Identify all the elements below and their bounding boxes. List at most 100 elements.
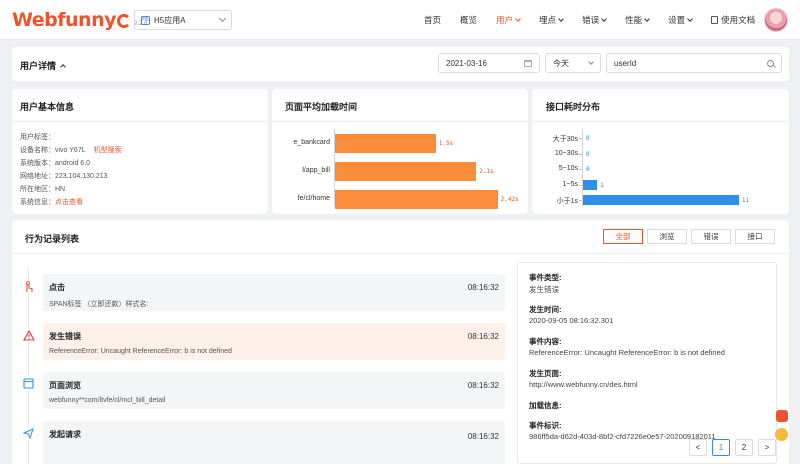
nav-label: 设置 (668, 15, 686, 25)
h5-icon: H5 (141, 15, 150, 25)
avatar[interactable] (764, 8, 788, 32)
pagination-prev-button[interactable]: < (689, 439, 707, 456)
bar-value-label: 2.1s (479, 168, 494, 175)
nav-item-performance[interactable]: 性能 (625, 0, 650, 40)
app-selector-value: H5应用A (154, 15, 186, 25)
nav-label: 用户 (496, 15, 514, 25)
bar (335, 190, 498, 209)
nav-item-settings[interactable]: 设置 (668, 0, 693, 40)
view-system-info-link[interactable]: 点击查看 (55, 199, 83, 206)
bar-category-label: 小于1s (556, 198, 578, 205)
nav-item-docs[interactable]: 使用文档 (711, 0, 755, 40)
brand-logo[interactable]: Webfunny 2.2.8 (12, 8, 147, 30)
filter-all-button[interactable]: 全部 (603, 229, 643, 244)
bar-value-label: 1.5s (438, 140, 454, 147)
robot-icon[interactable] (776, 410, 788, 422)
event-time: 08:16:32 (467, 332, 499, 341)
chevron-down-icon (644, 16, 650, 22)
document-icon (711, 16, 719, 24)
filter-browse-button[interactable]: 浏览 (647, 229, 687, 244)
event-title: 页面浏览 (49, 381, 81, 390)
detail-label: 加载信息: (529, 401, 562, 410)
user-search-input[interactable]: userId (606, 53, 782, 73)
info-row-system: 系统信息：点击查看 (20, 197, 83, 207)
divider (12, 253, 789, 254)
event-title: 发生错误 (49, 332, 81, 341)
info-label: 用户标签： (20, 134, 55, 141)
event-detail-pane: 事件类型: 发生错误 发生时间: 2020-09-05 08:16:32.301… (517, 262, 777, 464)
divider (272, 121, 528, 122)
info-label: 网络地址： (20, 173, 55, 180)
divider (532, 121, 789, 122)
calendar-icon (524, 59, 532, 67)
send-request-icon (22, 427, 35, 440)
main-menu: 首页 概览 用户 埋点 错误 性能 设置 使用文档 (424, 0, 774, 40)
chevron-down-icon (218, 14, 227, 23)
app-selector[interactable]: H5 H5应用A (134, 10, 232, 30)
detail-label: 发生页面: (529, 369, 562, 378)
pagination-next-button[interactable]: > (758, 439, 776, 456)
nav-label: 性能 (625, 15, 643, 25)
bar (583, 195, 739, 205)
detail-value: ReferenceError: Uncaught ReferenceError:… (529, 348, 725, 357)
brand-logo-icon (117, 14, 131, 28)
axis-tick (579, 153, 582, 155)
info-value: android 6.0 (55, 160, 91, 167)
detail-label: 事件内容: (529, 337, 562, 346)
bar (335, 162, 477, 181)
nav-label: 错误 (582, 15, 600, 25)
bar-category-label: 1~5s (562, 180, 578, 188)
api-chart-title: 接口耗时分布 (546, 102, 601, 112)
event-time: 08:16:32 (467, 283, 499, 292)
top-nav: Webfunny 2.2.8 H5 H5应用A 首页 概览 用户 埋点 错误 性… (0, 0, 800, 40)
nav-item-user[interactable]: 用户 (496, 0, 521, 40)
nav-item-overview[interactable]: 概览 (460, 0, 477, 40)
pagination-page-2[interactable]: 2 (735, 439, 753, 456)
page-title-text: 用户详情 (20, 61, 57, 71)
axis-tick (579, 138, 582, 139)
date-value: 2021-03-16 (446, 58, 487, 68)
divider (12, 121, 268, 122)
chevron-down-icon (588, 59, 594, 65)
detail-value: 2020-09-05 08:16:32.301 (529, 316, 614, 325)
api-duration-panel: 接口耗时分布 大于30s 0 10~30s 0 5~10s 0 1~5s 1 小于1s 11 (532, 89, 789, 214)
nav-item-home[interactable]: 首页 (424, 0, 441, 40)
load-chart-title: 页面平均加载时间 (285, 102, 358, 112)
axis-tick (579, 169, 582, 170)
detail-label: 事件标识: (529, 421, 562, 430)
page-load-chart-panel: 页面平均加载时间 e_bankcard 1.5s l/app_bill 2.1s fe/… (272, 89, 528, 214)
chevron-down-icon (515, 16, 521, 22)
period-select[interactable]: 今天 (545, 53, 601, 73)
info-label: 设备名称： (20, 147, 55, 154)
axis-tick (579, 184, 582, 186)
bar-value-label: 2.42s (500, 196, 519, 203)
bar-category-label: l/app_bill (302, 167, 330, 174)
chat-bubble-icon[interactable] (775, 428, 788, 441)
model-search-link[interactable]: 机型搜索 (94, 147, 122, 154)
page-title[interactable]: 用户详情 (20, 59, 66, 72)
info-label: 系统版本： (20, 160, 55, 167)
filter-api-button[interactable]: 接口 (735, 229, 775, 244)
event-card-pageview[interactable]: 页面浏览 08:16:32 webfunny**com/ltvfe/cl/mcl… (43, 372, 505, 409)
event-card-click[interactable]: 点击 08:16:32 SPAN标签 （立即还款）样式名: (43, 274, 505, 311)
info-row-os: 系统版本：android 6.0 (20, 158, 90, 168)
user-detail-header: 用户详情 2021-03-16 今天 userId (12, 47, 789, 81)
period-value: 今天 (553, 58, 569, 68)
filter-error-button[interactable]: 错误 (691, 229, 731, 244)
event-card-request[interactable]: 发起请求 08:16:32 (43, 421, 505, 464)
nav-item-tracking[interactable]: 埋点 (539, 0, 564, 40)
bar-category-label: 10~30s (554, 149, 578, 157)
bar-value-label: 0 (586, 150, 590, 158)
event-card-error[interactable]: 发生错误 08:16:32 ReferenceError: Uncaught R… (43, 323, 505, 360)
axis-tick (579, 200, 582, 201)
event-description: SPAN标签 （立即还款）样式名: (49, 301, 149, 308)
nav-item-errors[interactable]: 错误 (582, 0, 607, 40)
date-picker[interactable]: 2021-03-16 (438, 53, 540, 73)
detail-label: 发生时间: (529, 305, 562, 314)
user-info-title: 用户基本信息 (20, 102, 75, 112)
detail-value: 发生错误 (529, 285, 559, 294)
chevron-down-icon (558, 16, 564, 22)
search-icon[interactable] (767, 59, 774, 67)
bar-category-label: fe/cl/home (297, 195, 330, 202)
pagination-page-1[interactable]: 1 (712, 439, 730, 456)
